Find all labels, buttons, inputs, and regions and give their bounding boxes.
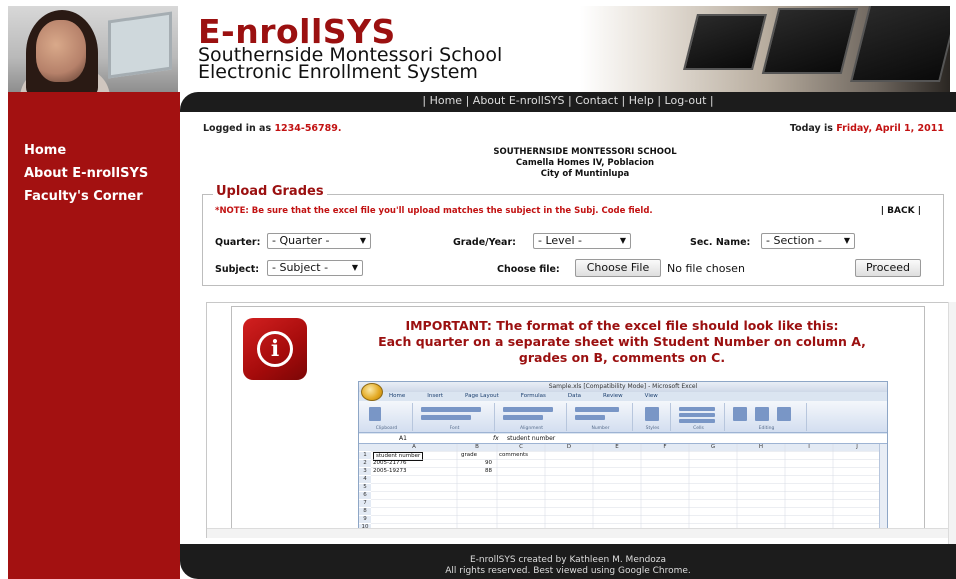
nav-home-link[interactable]: Home xyxy=(430,94,462,107)
user-id: 1234-56789. xyxy=(274,123,342,134)
vertical-scrollbar[interactable] xyxy=(948,302,956,544)
today-date: Today is Friday, April 1, 2011 xyxy=(789,123,944,134)
school-address-line1: Camella Homes IV, Poblacion xyxy=(515,158,655,168)
excel-sheet-grid: A B C D E F G H I J 1 2 3 4 5 6 7 8 9 10… xyxy=(359,444,881,531)
info-icon: i xyxy=(243,318,307,380)
nav-contact-link[interactable]: Contact xyxy=(575,94,618,107)
choose-file-label: Choose file: xyxy=(497,264,560,275)
chevron-down-icon: ▼ xyxy=(351,263,358,272)
school-info: SOUTHERNSIDE MONTESSORI SCHOOL Camella H… xyxy=(430,147,740,180)
upload-note: *NOTE: Be sure that the excel file you'l… xyxy=(215,206,653,216)
sidebar-item-faculty-corner[interactable]: Faculty's Corner xyxy=(24,189,143,204)
chevron-down-icon: ▼ xyxy=(359,236,366,245)
chevron-down-icon: ▼ xyxy=(619,236,626,245)
important-message: IMPORTANT: The format of the excel file … xyxy=(378,318,866,365)
brand-name: E-nrollSYS xyxy=(198,12,396,51)
section-name-label: Sec. Name: xyxy=(690,237,751,248)
grade-year-label: Grade/Year: xyxy=(453,237,516,248)
choose-file-button[interactable]: Choose File xyxy=(575,259,661,277)
office-button-icon xyxy=(361,383,383,401)
horizontal-scrollbar[interactable] xyxy=(207,528,956,538)
excel-window-title: Sample.xls [Compatibility Mode] - Micros… xyxy=(359,382,887,392)
upload-grades-legend: Upload Grades xyxy=(213,184,327,199)
excel-gridlines xyxy=(371,444,881,531)
upload-grades-fieldset: Upload Grades *NOTE: Be sure that the ex… xyxy=(202,184,944,286)
quarter-select[interactable]: - Quarter - ▼ xyxy=(267,233,371,249)
nav-help-link[interactable]: Help xyxy=(629,94,654,107)
nav-logout-link[interactable]: Log-out xyxy=(665,94,707,107)
sidebar-item-about[interactable]: About E-nrollSYS xyxy=(24,166,148,181)
sidebar-item-home[interactable]: Home xyxy=(24,143,66,158)
system-subtitle: Electronic Enrollment System xyxy=(198,61,478,83)
excel-sample-screenshot: Sample.xls [Compatibility Mode] - Micros… xyxy=(358,381,888,531)
instructions-frame: i IMPORTANT: The format of the excel fil… xyxy=(206,302,956,538)
quarter-label: Quarter: xyxy=(215,237,261,248)
section-select[interactable]: - Section - ▼ xyxy=(761,233,855,249)
school-address-line2: City of Muntinlupa xyxy=(540,169,630,179)
excel-vertical-scrollbar xyxy=(879,444,887,531)
site-title: E-nrollSYS Southernside Montessori Schoo… xyxy=(198,12,502,83)
back-link[interactable]: | BACK | xyxy=(881,206,921,216)
nav-about-link[interactable]: About E-nrollSYS xyxy=(473,94,565,107)
subject-select[interactable]: - Subject - ▼ xyxy=(267,260,363,276)
chevron-down-icon: ▼ xyxy=(843,236,850,245)
sidebar: Home About E-nrollSYS Faculty's Corner xyxy=(8,92,180,579)
excel-ribbon-tabs: Home Insert Page Layout Formulas Data Review V… xyxy=(389,393,658,399)
excel-ribbon: Clipboard Font Alignment Number Styles C… xyxy=(359,401,887,433)
top-nav-bar: | Home | About E-nrollSYS | Contact | He… xyxy=(180,92,956,112)
instructions-panel: i IMPORTANT: The format of the excel fil… xyxy=(231,306,925,531)
date-value: Friday, April 1, 2011 xyxy=(836,123,944,134)
school-name: SOUTHERNSIDE MONTESSORI SCHOOL xyxy=(493,147,677,157)
excel-formula-bar: A1 fx student number xyxy=(359,434,887,444)
header-student-photo xyxy=(8,6,178,92)
grade-level-select[interactable]: - Level - ▼ xyxy=(533,233,631,249)
header-computers-photo xyxy=(580,6,950,92)
footer-credit: E-nrollSYS created by Kathleen M. Mendoz… xyxy=(469,555,667,565)
main-content: Logged in as 1234-56789. Today is Friday… xyxy=(180,112,956,544)
footer: E-nrollSYS created by Kathleen M. Mendoz… xyxy=(180,544,956,579)
header: E-nrollSYS Southernside Montessori Schoo… xyxy=(0,0,956,92)
subject-label: Subject: xyxy=(215,264,260,275)
footer-rights: All rights reserved. Best viewed using G… xyxy=(445,566,691,576)
logged-in-status: Logged in as 1234-56789. xyxy=(203,123,342,134)
proceed-button[interactable]: Proceed xyxy=(855,259,921,277)
file-status: No file chosen xyxy=(667,262,745,275)
